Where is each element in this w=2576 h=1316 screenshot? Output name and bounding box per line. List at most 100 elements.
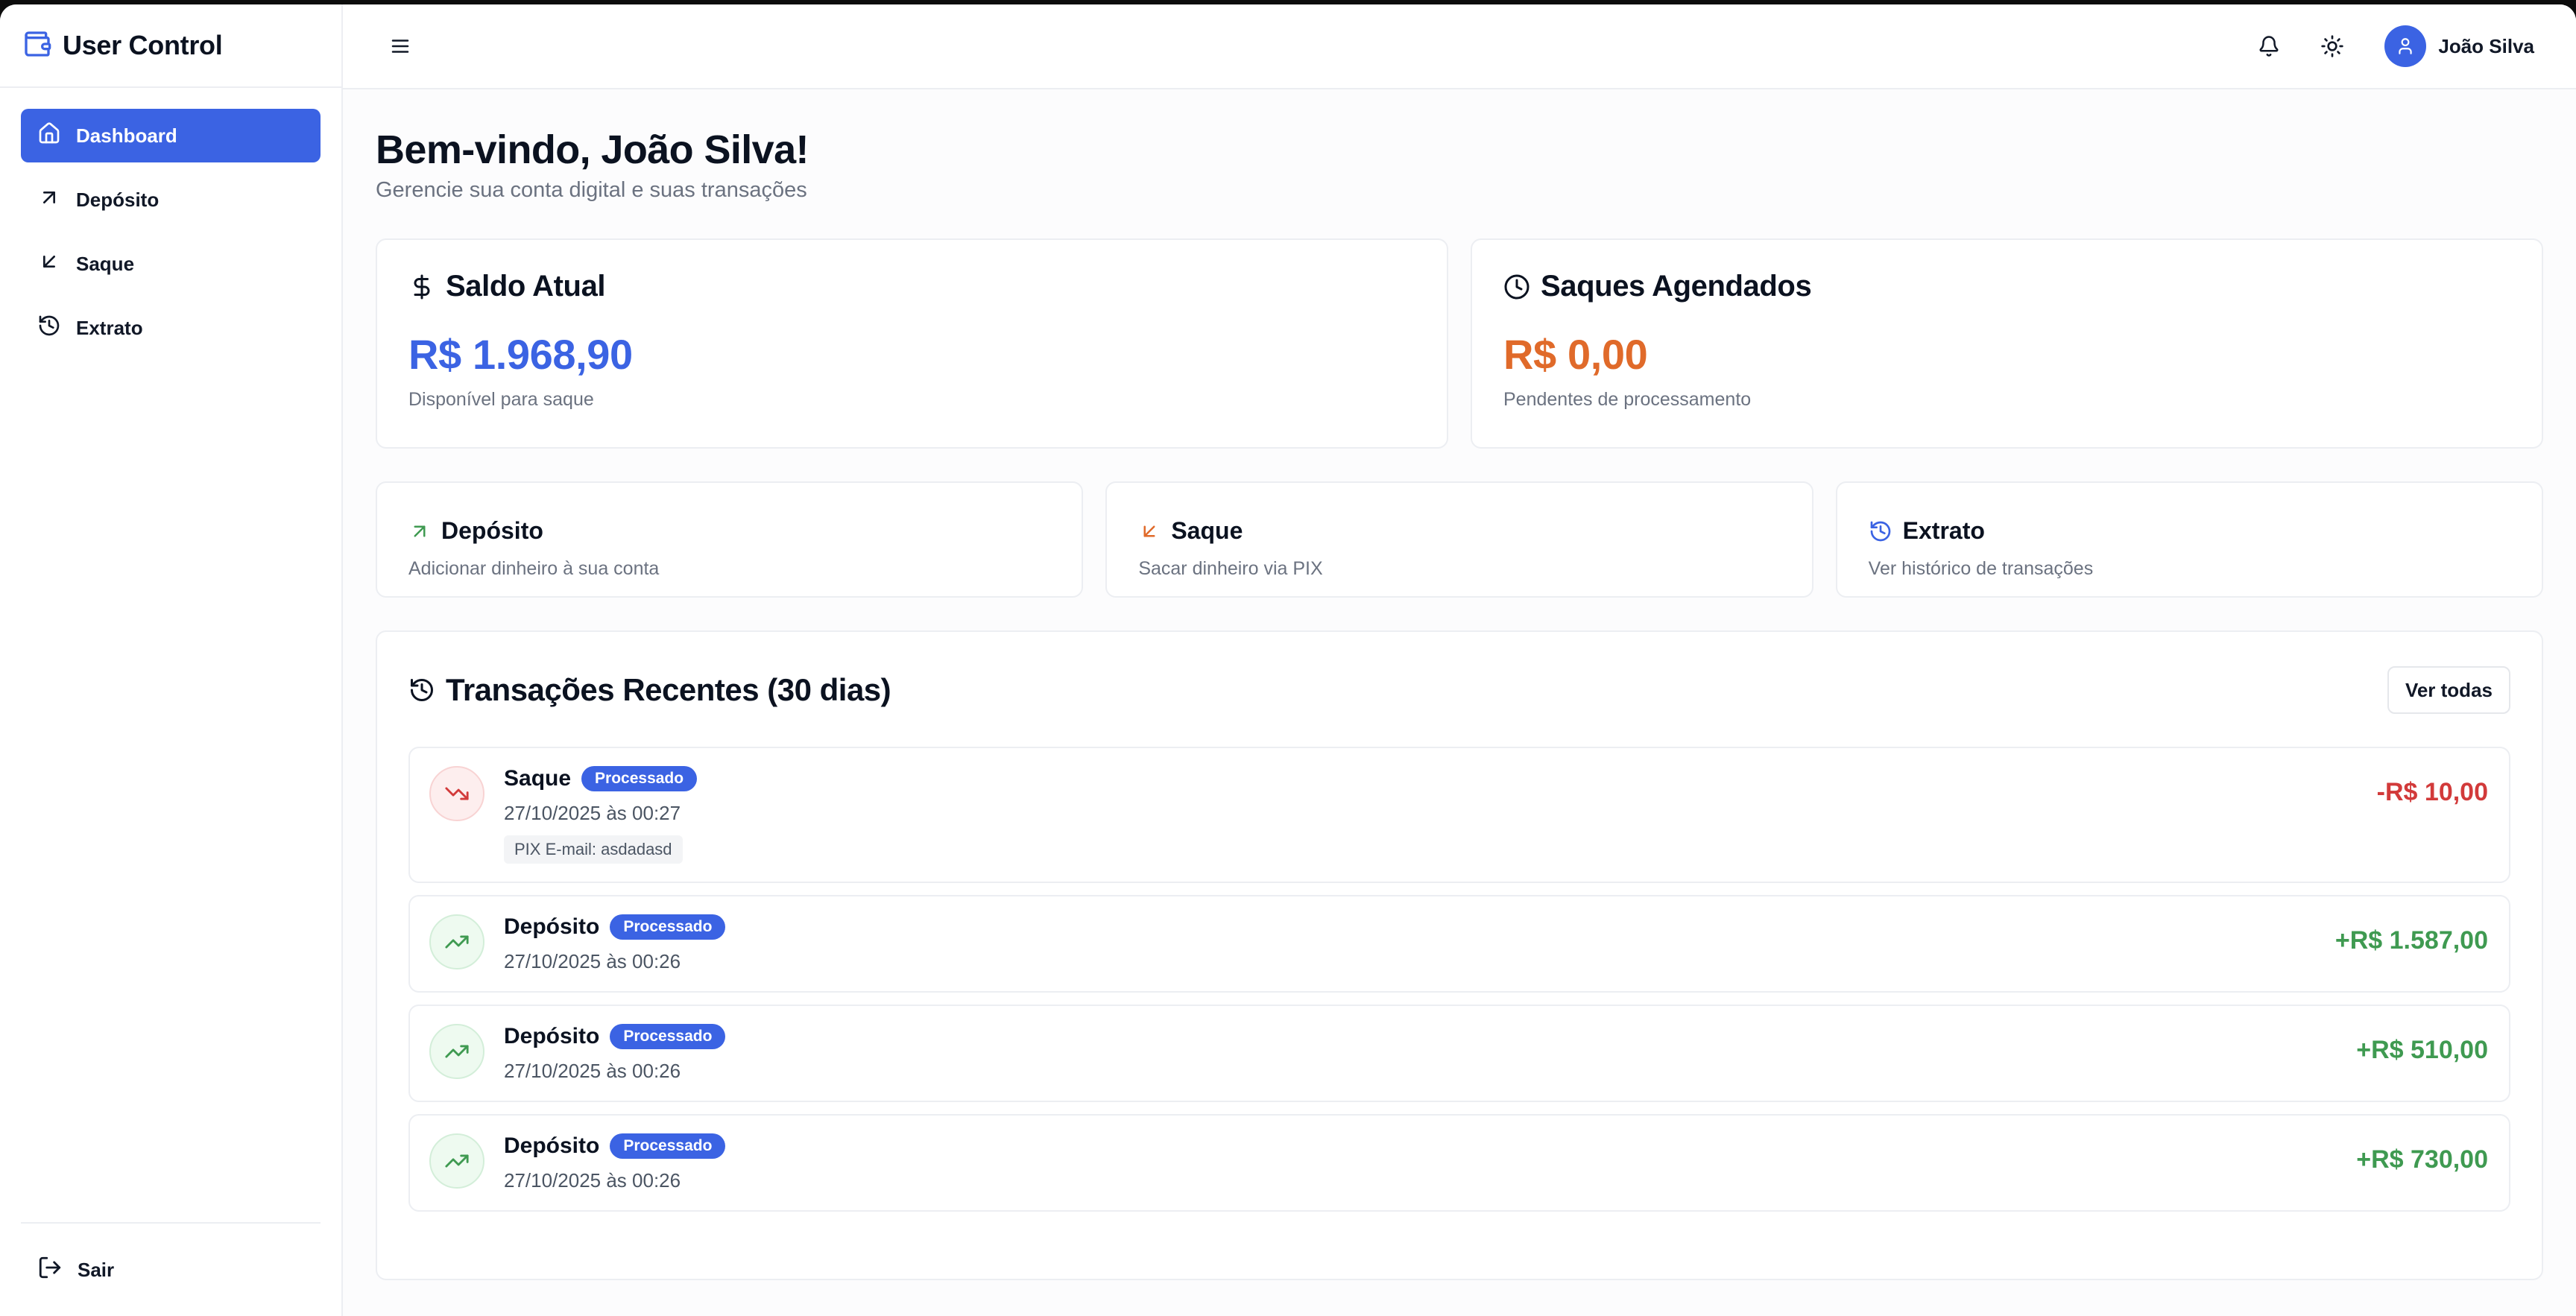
transaction-row[interactable]: Depósito Processado 27/10/2025 às 00:26 …: [408, 1005, 2510, 1103]
sidebar: User Control Dashboard Depósito Saque Ex…: [0, 4, 343, 1316]
clock-icon: [1504, 274, 1530, 300]
balance-title: Saldo Atual: [446, 270, 606, 303]
statement-action-title: Extrato: [1902, 517, 1985, 545]
bell-icon: [2259, 36, 2279, 57]
topbar: João Silva: [343, 4, 2576, 89]
user-name: João Silva: [2438, 34, 2534, 57]
transaction-list: Saque Processado 27/10/2025 às 00:27 PIX…: [408, 747, 2510, 1212]
transaction-details: Saque Processado 27/10/2025 às 00:27 PIX…: [504, 766, 698, 864]
sidebar-item-saque[interactable]: Saque: [21, 237, 321, 291]
balance-card: Saldo Atual R$ 1.968,90 Disponível para …: [376, 238, 1448, 449]
transaction-pix-info: PIX E-mail: asdadasd: [504, 835, 683, 864]
transaction-header: Depósito Processado: [504, 1024, 726, 1050]
transaction-type: Depósito: [504, 1024, 600, 1049]
arrow-up-right-icon: [37, 186, 61, 215]
status-badge: Processado: [581, 766, 698, 792]
dashboard-content: Bem-vindo, João Silva! Gerencie sua cont…: [343, 89, 2576, 1281]
statement-action-card[interactable]: Extrato Ver histórico de transações: [1835, 481, 2543, 598]
transaction-details: Depósito Processado 27/10/2025 às 00:26: [504, 1024, 726, 1083]
withdraw-action-title: Saque: [1171, 517, 1243, 545]
withdraw-action-card[interactable]: Saque Sacar dinheiro via PIX: [1105, 481, 1813, 598]
deposit-action-card[interactable]: Depósito Adicionar dinheiro à sua conta: [376, 481, 1084, 598]
sidebar-item-deposito[interactable]: Depósito: [21, 173, 321, 227]
theme-toggle-button[interactable]: [2320, 34, 2344, 58]
statement-action-desc: Ver histórico de transações: [1868, 558, 2094, 580]
scheduled-amount: R$ 0,00: [1503, 331, 1648, 379]
scheduled-title: Saques Agendados: [1541, 270, 1812, 303]
dollar-icon: [414, 274, 430, 300]
sidebar-item-label: Saque: [76, 252, 135, 275]
deposit-action-desc: Adicionar dinheiro à sua conta: [408, 558, 660, 580]
transaction-type: Saque: [504, 766, 572, 791]
sun-icon: [2321, 35, 2344, 57]
sidebar-footer: Sair: [21, 1222, 321, 1316]
sidebar-item-label: Dashboard: [76, 124, 177, 147]
transaction-amount: +R$ 1.587,00: [2334, 926, 2488, 955]
transaction-header: Saque Processado: [504, 766, 698, 792]
balance-amount: R$ 1.968,90: [408, 331, 633, 379]
logout-icon: [37, 1255, 63, 1285]
menu-toggle-button[interactable]: [389, 35, 411, 57]
user-icon: [2399, 38, 2413, 54]
scheduled-card: Saques Agendados R$ 0,00 Pendentes de pr…: [1471, 238, 2543, 449]
transaction-header: Depósito Processado: [504, 1133, 726, 1160]
transaction-info: Saque Processado 27/10/2025 às 00:27 PIX…: [429, 766, 698, 864]
sidebar-item-label: Depósito: [76, 188, 160, 211]
transaction-info: Depósito Processado 27/10/2025 às 00:26: [429, 1024, 726, 1083]
transaction-date: 27/10/2025 às 00:26: [504, 1060, 681, 1083]
transaction-date: 27/10/2025 às 00:26: [504, 1169, 681, 1192]
recent-transactions-card: Transações Recentes (30 dias) Ver todas: [376, 630, 2543, 1281]
deposit-action-header: Depósito: [408, 517, 1050, 545]
trending-up-icon: [429, 914, 484, 970]
transaction-header: Depósito Processado: [504, 914, 726, 940]
recent-title-group: Transações Recentes (30 dias): [408, 672, 891, 708]
transaction-date: 27/10/2025 às 00:26: [504, 950, 681, 973]
wallet-icon: [22, 29, 52, 63]
summary-cards: Saldo Atual R$ 1.968,90 Disponível para …: [376, 238, 2543, 449]
history-icon: [1870, 521, 1890, 542]
arrow-up-right-icon: [414, 525, 426, 537]
arrow-down-left-icon: [1143, 525, 1155, 537]
transaction-row[interactable]: Depósito Processado 27/10/2025 às 00:26 …: [408, 895, 2510, 993]
quick-actions: Depósito Adicionar dinheiro à sua conta …: [376, 481, 2543, 598]
logout-button[interactable]: Sair: [21, 1243, 321, 1297]
trending-up-icon: [429, 1024, 484, 1080]
brand: User Control: [0, 4, 341, 88]
hamburger-icon: [391, 39, 409, 53]
page-subtitle: Gerencie sua conta digital e suas transa…: [376, 178, 807, 203]
transaction-amount: +R$ 730,00: [2356, 1145, 2488, 1174]
avatar: [2384, 25, 2427, 67]
transaction-amount: +R$ 510,00: [2356, 1036, 2488, 1065]
transaction-amount: -R$ 10,00: [2376, 778, 2488, 807]
history-icon: [37, 314, 61, 343]
transaction-row[interactable]: Depósito Processado 27/10/2025 às 00:26 …: [408, 1114, 2510, 1212]
sidebar-item-dashboard[interactable]: Dashboard: [21, 109, 321, 162]
scheduled-card-header: Saques Agendados: [1503, 270, 2510, 303]
main-area: João Silva Bem-vindo, João Silva! Gerenc…: [343, 4, 2576, 1316]
balance-note: Disponível para saque: [408, 389, 594, 411]
status-badge: Processado: [610, 1133, 726, 1160]
withdraw-action-header: Saque: [1138, 517, 1780, 545]
app-title: User Control: [63, 30, 223, 60]
status-badge: Processado: [610, 1024, 726, 1050]
scheduled-note: Pendentes de processamento: [1503, 389, 1752, 411]
sidebar-nav: Dashboard Depósito Saque Extrato: [0, 88, 341, 376]
transaction-row[interactable]: Saque Processado 27/10/2025 às 00:27 PIX…: [408, 747, 2510, 884]
recent-transactions-header: Transações Recentes (30 dias) Ver todas: [408, 666, 2510, 715]
trending-down-icon: [429, 766, 484, 822]
arrow-down-left-icon: [37, 250, 61, 279]
logout-label: Sair: [78, 1258, 115, 1281]
transaction-info: Depósito Processado 27/10/2025 às 00:26: [429, 914, 726, 973]
sidebar-item-extrato[interactable]: Extrato: [21, 301, 321, 355]
notifications-button[interactable]: [2258, 35, 2280, 57]
transaction-date: 27/10/2025 às 00:27: [504, 802, 681, 825]
transaction-details: Depósito Processado 27/10/2025 às 00:26: [504, 1133, 726, 1192]
view-all-button[interactable]: Ver todas: [2387, 666, 2510, 715]
statement-action-header: Extrato: [1869, 517, 2510, 545]
balance-card-header: Saldo Atual: [408, 270, 1415, 303]
recent-transactions-title: Transações Recentes (30 dias): [446, 672, 891, 708]
withdraw-action-desc: Sacar dinheiro via PIX: [1138, 558, 1323, 580]
user-menu[interactable]: João Silva: [2384, 25, 2534, 67]
topbar-actions: João Silva: [2258, 25, 2534, 67]
app-window: User Control Dashboard Depósito Saque Ex…: [0, 4, 2576, 1316]
